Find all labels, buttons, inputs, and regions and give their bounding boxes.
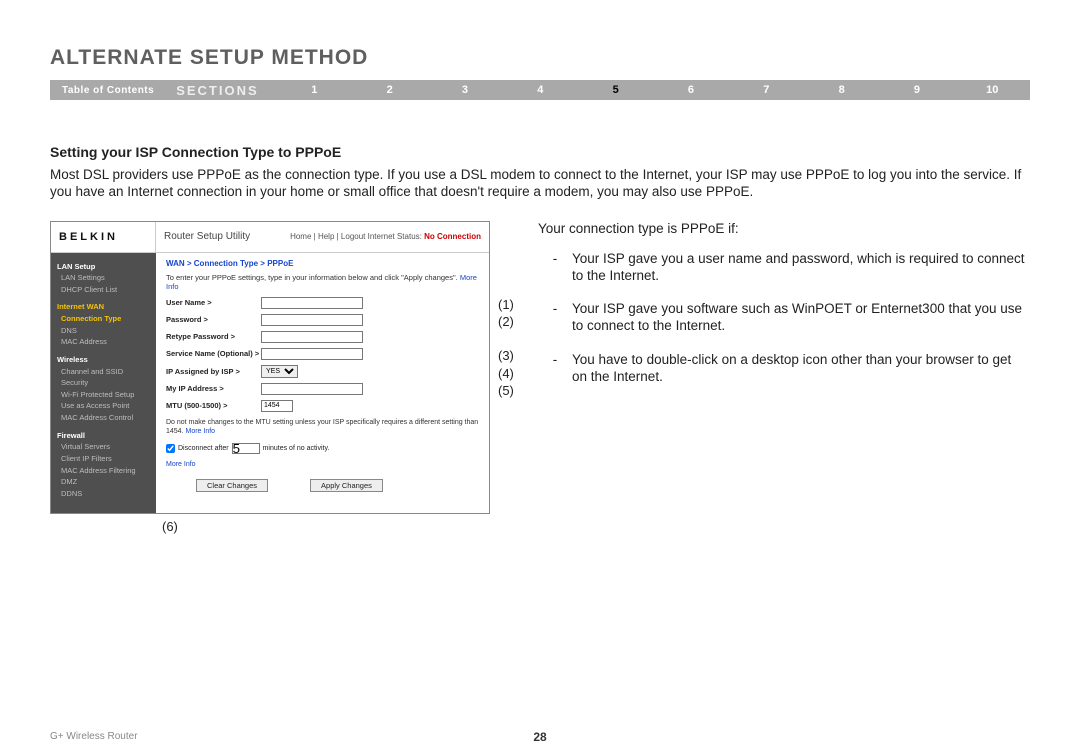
label-myip: My IP Address >: [166, 384, 261, 393]
disconnect-post: minutes of no activity.: [263, 445, 330, 452]
label-retype: Retype Password >: [166, 332, 261, 341]
sidebar-mac-filter: MAC Address Filtering: [57, 465, 150, 477]
bullet-dash: -: [538, 351, 572, 386]
section-7[interactable]: 7: [729, 84, 804, 96]
intro-paragraph: Most DSL providers use PPPoE as the conn…: [50, 166, 1030, 201]
router-breadcrumb: WAN > Connection Type > PPPoE: [166, 259, 479, 268]
clear-changes-button[interactable]: Clear Changes: [196, 479, 268, 492]
footer-product: G+ Wireless Router: [50, 731, 138, 742]
belkin-logo: BELKIN: [51, 222, 156, 252]
apply-changes-button[interactable]: Apply Changes: [310, 479, 383, 492]
more-info-link-3: More Info: [166, 461, 196, 468]
select-ipassigned[interactable]: YES: [261, 365, 298, 378]
disconnect-minutes[interactable]: [232, 443, 260, 454]
router-sidebar: LAN Setup LAN Settings DHCP Client List …: [51, 253, 156, 513]
sidebar-connection-type: Connection Type: [57, 313, 150, 325]
annotation-2: (2): [498, 314, 514, 329]
bullet-3: You have to double-click on a desktop ic…: [572, 351, 1030, 386]
more-info-link-2: More Info: [185, 428, 215, 435]
sidebar-mac-control: MAC Address Control: [57, 412, 150, 424]
input-myip[interactable]: [261, 383, 363, 395]
sidebar-virtual-servers: Virtual Servers: [57, 441, 150, 453]
annotation-1: (1): [498, 297, 514, 312]
page-title: ALTERNATE SETUP METHOD: [50, 46, 1030, 70]
annotation-3: (3): [498, 348, 514, 363]
sidebar-firewall: Firewall: [57, 430, 150, 442]
section-10[interactable]: 10: [955, 84, 1030, 96]
input-retype[interactable]: [261, 331, 363, 343]
section-subheading: Setting your ISP Connection Type to PPPo…: [50, 144, 1030, 160]
bullet-2: Your ISP gave you software such as WinPO…: [572, 300, 1030, 335]
utility-title: Router Setup Utility: [164, 231, 250, 242]
top-links-text: Home | Help | Logout Internet Status:: [290, 232, 422, 241]
section-9[interactable]: 9: [879, 84, 954, 96]
section-8[interactable]: 8: [804, 84, 879, 96]
section-3[interactable]: 3: [427, 84, 502, 96]
bullet-1: Your ISP gave you a user name and passwo…: [572, 250, 1030, 285]
sidebar-lan-setup: LAN Setup: [57, 261, 150, 273]
annotation-5: (5): [498, 383, 514, 398]
section-6[interactable]: 6: [653, 84, 728, 96]
disconnect-checkbox[interactable]: [166, 444, 175, 453]
instr-text: To enter your PPPoE settings, type in yo…: [166, 273, 458, 282]
page-number: 28: [533, 730, 546, 744]
section-4[interactable]: 4: [503, 84, 578, 96]
sections-label: SECTIONS: [166, 83, 276, 98]
section-2[interactable]: 2: [352, 84, 427, 96]
sidebar-wireless: Wireless: [57, 354, 150, 366]
sidebar-mac: MAC Address: [57, 336, 150, 348]
bullet-dash: -: [538, 300, 572, 335]
sidebar-dhcp: DHCP Client List: [57, 284, 150, 296]
sidebar-client-ip: Client IP Filters: [57, 453, 150, 465]
section-navbar: Table of Contents SECTIONS 1 2 3 4 5 6 7…: [50, 80, 1030, 100]
input-mtu[interactable]: [261, 400, 293, 412]
label-ipassigned: IP Assigned by ISP >: [166, 367, 261, 376]
pppoe-lead: Your connection type is PPPoE if:: [538, 221, 1030, 236]
sidebar-dmz: DMZ: [57, 476, 150, 488]
toc-link[interactable]: Table of Contents: [50, 85, 166, 96]
input-password[interactable]: [261, 314, 363, 326]
input-service[interactable]: [261, 348, 363, 360]
top-links: Home | Help | Logout Internet Status: No…: [290, 232, 481, 241]
mtu-note: Do not make changes to the MTU setting u…: [166, 418, 479, 436]
sidebar-security: Security: [57, 377, 150, 389]
router-main-panel: WAN > Connection Type > PPPoE To enter y…: [156, 253, 489, 513]
label-mtu: MTU (500-1500) >: [166, 401, 261, 410]
annotation-6: (6): [162, 519, 178, 534]
label-service: Service Name (Optional) >: [166, 349, 261, 358]
sidebar-internet-wan: Internet WAN: [57, 301, 150, 313]
section-1[interactable]: 1: [277, 84, 352, 96]
internet-status: No Connection: [424, 232, 481, 241]
sidebar-ap: Use as Access Point: [57, 400, 150, 412]
bullet-dash: -: [538, 250, 572, 285]
label-password: Password >: [166, 315, 261, 324]
router-instructions: To enter your PPPoE settings, type in yo…: [166, 273, 479, 291]
sidebar-dns: DNS: [57, 325, 150, 337]
section-5[interactable]: 5: [578, 84, 653, 96]
sidebar-wps: Wi-Fi Protected Setup: [57, 389, 150, 401]
sidebar-lan-settings: LAN Settings: [57, 272, 150, 284]
annotation-4: (4): [498, 366, 514, 381]
sidebar-ddns: DDNS: [57, 488, 150, 500]
label-username: User Name >: [166, 298, 261, 307]
router-screenshot: BELKIN Router Setup Utility Home | Help …: [50, 221, 490, 514]
sidebar-channel-ssid: Channel and SSID: [57, 366, 150, 378]
disconnect-pre: Disconnect after: [178, 445, 229, 452]
input-username[interactable]: [261, 297, 363, 309]
